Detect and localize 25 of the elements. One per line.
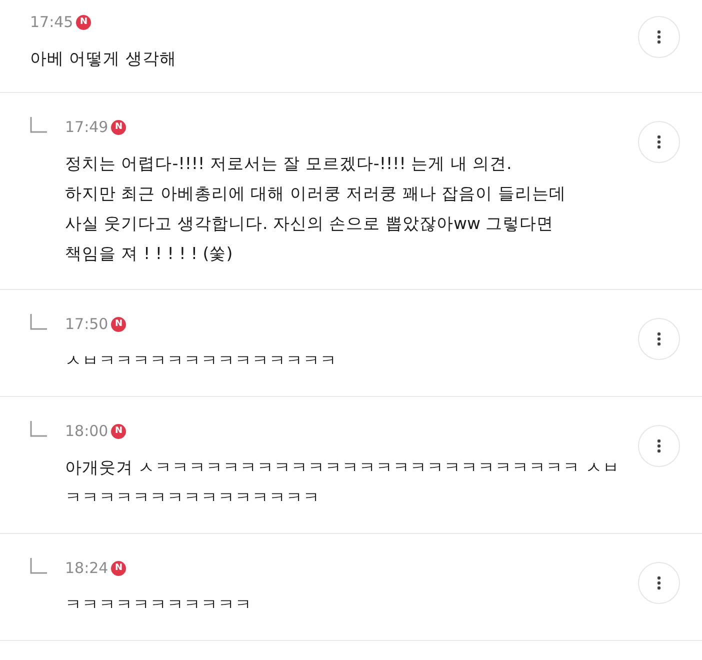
comment-text: ㅅㅂㅋㅋㅋㅋㅋㅋㅋㅋㅋㅋㅋㅋㅋㅋ bbox=[65, 350, 337, 372]
new-badge: N bbox=[76, 14, 92, 30]
more-button[interactable] bbox=[638, 16, 680, 58]
comment-time: 17:45 bbox=[30, 13, 74, 31]
new-badge: N bbox=[111, 424, 126, 438]
more-button[interactable] bbox=[638, 562, 680, 604]
comment-text: 정치는 어렵다-!!!! 저로서는 잘 모르겠다-!!!! 는게 내 의견. 하지만 최근 아베총리에 대해 이러쿵 저러쿵 꽤나 잡음이 들리는데 사실 웃기다고 생각합니다. 자신의 손으로 뽑았잖아ww 그렇다면 책임을 져 ! ! ! ! ! (쑻) bbox=[65, 153, 566, 265]
comment-time: 17:49 bbox=[65, 118, 108, 136]
comment-time: 18:24 bbox=[65, 559, 108, 577]
more-icon bbox=[657, 30, 661, 44]
more-button[interactable] bbox=[638, 425, 680, 467]
comment-time: 17:50 bbox=[65, 315, 108, 333]
more-icon bbox=[657, 135, 661, 149]
more-icon bbox=[657, 576, 661, 590]
comment-text: ㅋㅋㅋㅋㅋㅋㅋㅋㅋㅋㅋ bbox=[65, 594, 252, 616]
new-badge: N bbox=[111, 120, 126, 134]
comment-time: 18:00 bbox=[65, 422, 108, 440]
more-button[interactable] bbox=[638, 318, 680, 360]
comment-text: 아개웃겨 ㅅㅋㅋㅋㅋㅋㅋㅋㅋㅋㅋㅋㅋㅋㅋㅋㅋㅋㅋㅋㅋㅋㅋㅋㅋㅋ ㅅㅂ ㅋㅋㅋㅋㅋㅋㅋㅋㅋㅋㅋㅋㅋㅋㅋ bbox=[65, 457, 620, 509]
comment-text: 아베 어떻게 생각해 bbox=[30, 48, 176, 70]
new-badge: N bbox=[111, 560, 126, 576]
more-icon bbox=[657, 332, 661, 346]
more-button[interactable] bbox=[638, 121, 680, 163]
new-badge: N bbox=[111, 316, 126, 332]
more-icon bbox=[657, 439, 661, 453]
